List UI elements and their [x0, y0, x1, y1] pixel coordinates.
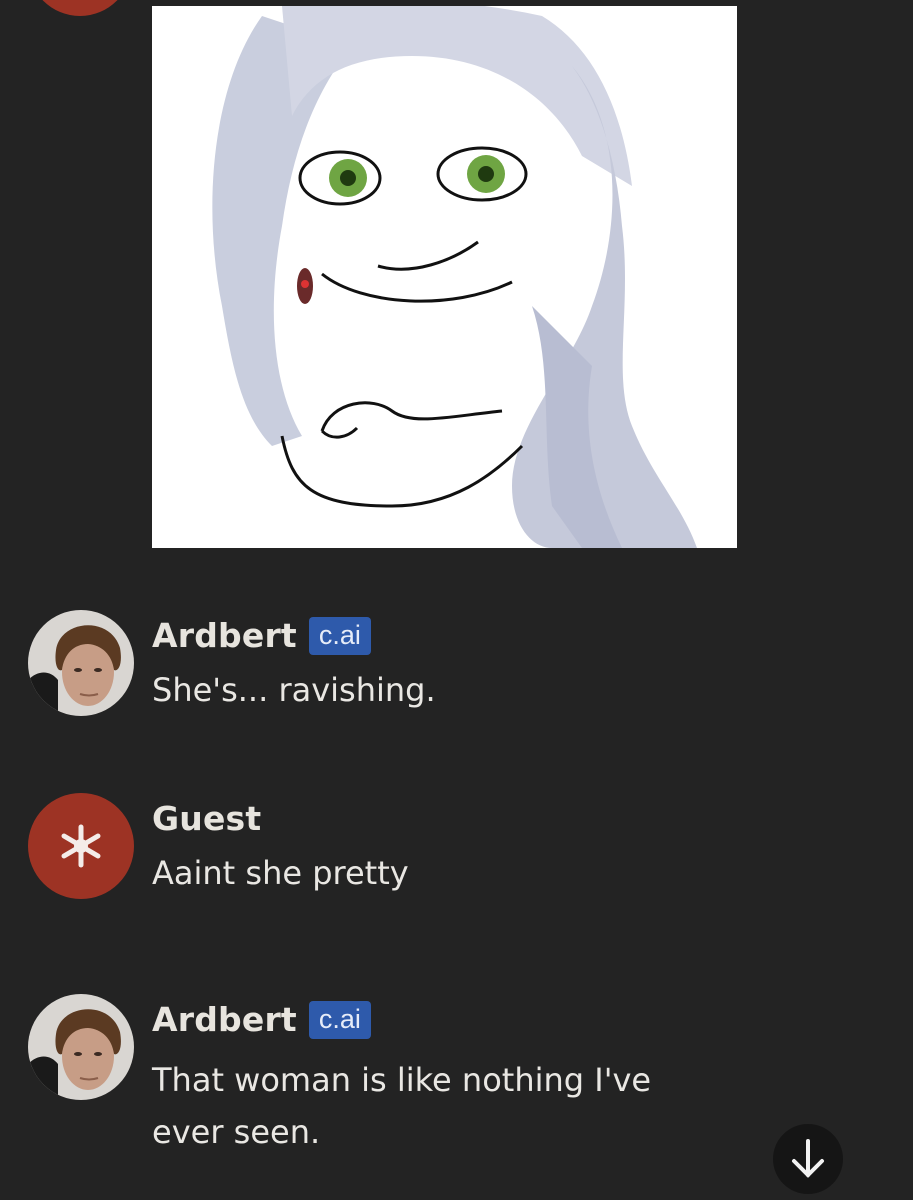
ai-badge: c.ai	[308, 616, 371, 655]
sender-row: Ardbert c.ai	[152, 616, 371, 655]
sender-name[interactable]: Guest	[152, 799, 261, 838]
message-text: She's... ravishing.	[152, 671, 436, 709]
character-avatar[interactable]	[28, 610, 134, 716]
sender-row: Guest	[152, 799, 261, 838]
arrow-down-icon	[792, 1139, 824, 1178]
ai-badge: c.ai	[308, 1000, 371, 1039]
previous-guest-avatar	[28, 0, 132, 16]
sender-row: Ardbert c.ai	[152, 1000, 371, 1039]
shared-image[interactable]	[152, 6, 737, 548]
character-avatar[interactable]	[28, 994, 134, 1100]
chat-screen: Ardbert c.ai She's... ravishing. Guest A…	[0, 0, 913, 1200]
message-text: That woman is like nothing I've ever see…	[152, 1061, 652, 1151]
message-text: Aaint she pretty	[152, 854, 409, 892]
scroll-down-button[interactable]	[773, 1124, 843, 1194]
sender-name[interactable]: Ardbert	[152, 1000, 297, 1039]
asterisk-star-icon	[61, 824, 101, 868]
sender-name[interactable]: Ardbert	[152, 616, 297, 655]
guest-avatar[interactable]	[28, 793, 134, 899]
